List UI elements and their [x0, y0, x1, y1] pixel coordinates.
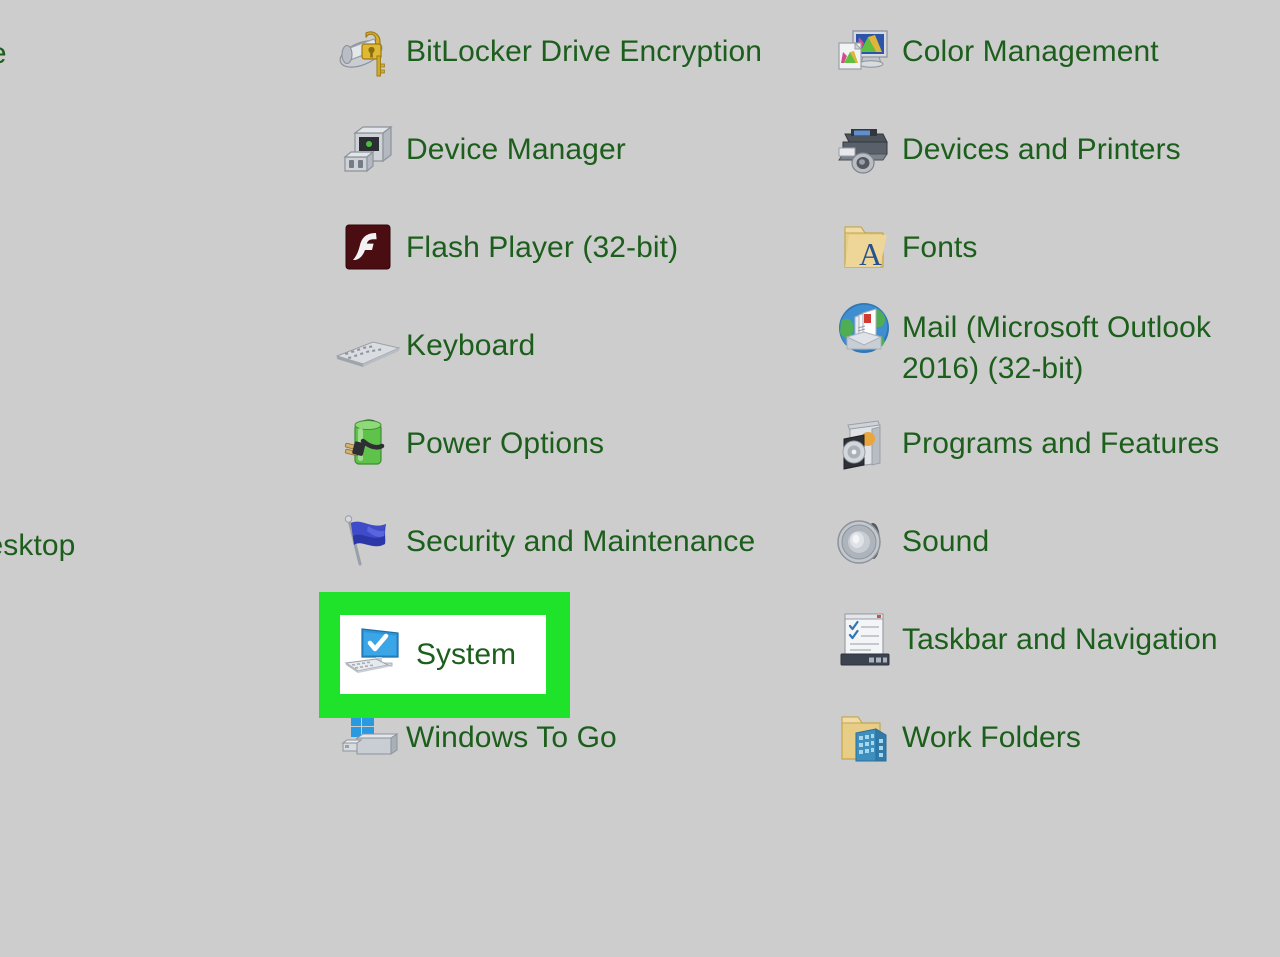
applet-device-manager[interactable]: Device Manager — [330, 118, 626, 182]
flash-player-icon — [330, 216, 406, 280]
applet-label: BitLocker Drive Encryption — [406, 35, 763, 68]
bitlocker-icon — [330, 20, 406, 84]
svg-text:A: A — [859, 236, 882, 272]
applet-label: Mail (Microsoft Outlook 2016) (32-bit) — [902, 311, 1212, 385]
color-management-icon — [826, 20, 902, 84]
applet-remoteapp-and-desktop-connections[interactable]: noteApp and Desktop nnections — [0, 514, 75, 607]
work-folders-icon — [826, 706, 902, 770]
power-options-icon — [330, 412, 406, 476]
applet-taskbar-and-navigation[interactable]: Taskbar and Navigation — [826, 608, 1218, 672]
applet-label: Fonts — [902, 231, 978, 264]
taskbar-navigation-icon — [826, 608, 902, 672]
applet-power-options[interactable]: Power Options — [330, 412, 604, 476]
applet-programs-and-features[interactable]: Programs and Features — [826, 412, 1219, 476]
applet-bitlocker-drive-encryption[interactable]: BitLocker Drive Encryption — [330, 20, 762, 84]
applet-label: Work Folders — [902, 721, 1082, 754]
applet-backup-and-restore[interactable]: kup and Restore ndows 7) — [0, 22, 7, 115]
applet-security-and-maintenance[interactable]: Security and Maintenance — [330, 510, 755, 574]
applet-label: Keyboard — [406, 329, 536, 362]
applet-fonts[interactable]: A Fonts — [826, 216, 978, 280]
keyboard-icon — [330, 314, 406, 378]
device-manager-icon — [330, 118, 406, 182]
applet-label: Flash Player (32-bit) — [406, 231, 679, 264]
applet-work-folders[interactable]: Work Folders — [826, 706, 1081, 770]
applet-label: Color Management — [902, 35, 1159, 68]
programs-features-icon — [826, 412, 902, 476]
applet-devices-and-printers[interactable]: Devices and Printers — [826, 118, 1181, 182]
security-flag-icon — [330, 510, 406, 574]
applet-label: Devices and Printers — [902, 133, 1181, 166]
devices-printers-icon — [826, 118, 902, 182]
mail-outlook-icon — [826, 296, 902, 360]
fonts-folder-icon: A — [826, 216, 902, 280]
control-panel-applet-grid: kup and Restore ndows 7) ault Programs H… — [0, 0, 1280, 820]
applet-label: kup and Restore ndows 7) — [0, 22, 7, 115]
applet-color-management[interactable]: Color Management — [826, 20, 1159, 84]
applet-label: Taskbar and Navigation — [902, 623, 1218, 656]
applet-keyboard[interactable]: Keyboard — [330, 314, 535, 378]
applet-mail-outlook[interactable]: Mail (Microsoft Outlook 2016) (32-bit) — [826, 296, 1211, 389]
applet-label: Security and Maintenance — [406, 525, 756, 558]
applet-sound[interactable]: Sound — [826, 510, 989, 574]
applet-label: Programs and Features — [902, 427, 1220, 460]
sound-speaker-icon — [826, 510, 902, 574]
applet-label: noteApp and Desktop nnections — [0, 529, 76, 562]
applet-flash-player[interactable]: Flash Player (32-bit) — [330, 216, 678, 280]
applet-system[interactable]: System — [340, 615, 546, 694]
system-monitor-icon — [340, 623, 416, 687]
applet-label: Sound — [902, 525, 990, 558]
applet-label: Device Manager — [406, 133, 626, 166]
applet-label: Power Options — [406, 427, 605, 460]
applet-label: System — [416, 637, 517, 671]
